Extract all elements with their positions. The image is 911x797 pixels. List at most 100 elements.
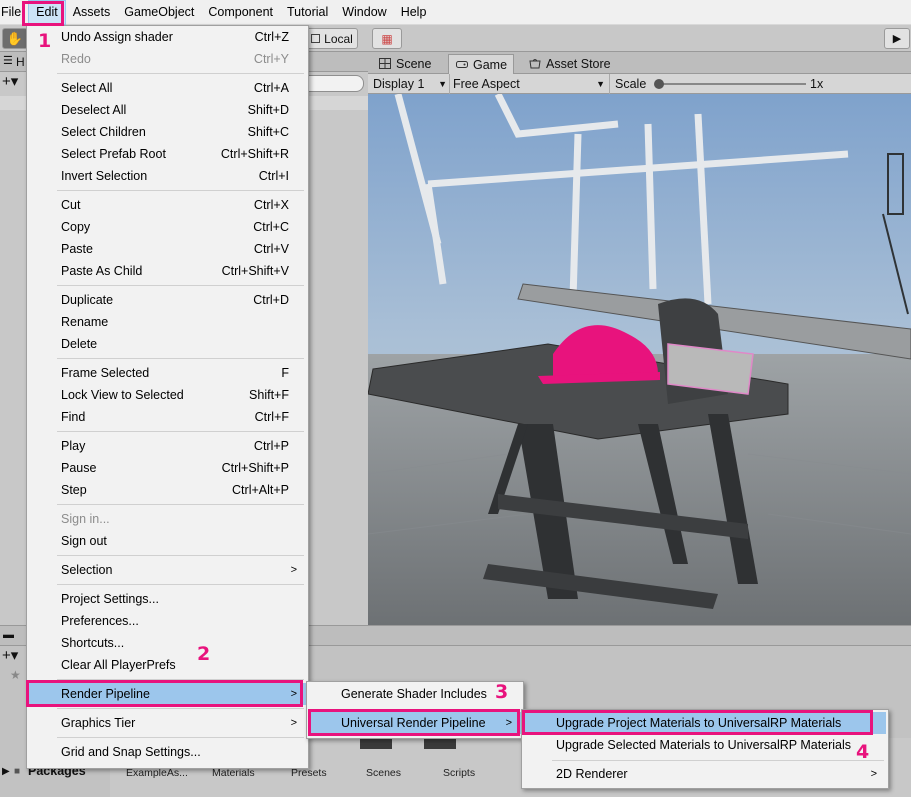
menu-item-lock-view[interactable]: Lock View to Selected Shift+F bbox=[29, 384, 306, 406]
menu-separator bbox=[57, 708, 304, 709]
menu-item-paste-as-child[interactable]: Paste As Child Ctrl+Shift+V bbox=[29, 260, 306, 282]
folder-icon: ■ bbox=[14, 766, 21, 777]
menu-bar: File Edit Assets GameObject Component Tu… bbox=[0, 0, 911, 25]
asset-label[interactable]: Scripts bbox=[443, 767, 475, 779]
tab-scene[interactable]: Scene bbox=[372, 54, 437, 74]
chevron-right-icon: > bbox=[290, 688, 297, 700]
menu-gameobject[interactable]: GameObject bbox=[117, 0, 201, 25]
menu-item-2d-renderer[interactable]: 2D Renderer > bbox=[524, 763, 886, 785]
menu-item-select-prefab-root[interactable]: Select Prefab Root Ctrl+Shift+R bbox=[29, 143, 306, 165]
menu-item-redo: Redo Ctrl+Y bbox=[61, 52, 289, 66]
list-icon: ☰ bbox=[3, 55, 13, 67]
menu-item-sign-out[interactable]: Sign out bbox=[29, 530, 306, 552]
dropdown-arrow-icon: ▼ bbox=[596, 79, 605, 89]
menu-item-render-pipeline[interactable]: Render Pipeline > bbox=[29, 683, 306, 705]
menu-item-sign-in: Sign in... bbox=[61, 512, 110, 526]
hand-icon: ✋ bbox=[6, 30, 24, 46]
menu-item-delete[interactable]: Delete bbox=[29, 333, 306, 355]
menu-separator bbox=[57, 679, 304, 680]
pivot-space-label: Local bbox=[324, 31, 353, 46]
menu-separator bbox=[552, 760, 884, 761]
menu-window[interactable]: Window bbox=[335, 0, 393, 25]
folder-icon bbox=[424, 739, 456, 749]
menu-item-invert-selection[interactable]: Invert Selection Ctrl+I bbox=[29, 165, 306, 187]
tab-asset-store[interactable]: Asset Store bbox=[522, 54, 617, 74]
grid-icon: ▦ bbox=[381, 31, 393, 46]
menu-separator bbox=[57, 504, 304, 505]
chevron-right-icon: > bbox=[505, 717, 512, 729]
menu-item-upgrade-selected-materials[interactable]: Upgrade Selected Materials to UniversalR… bbox=[524, 734, 886, 756]
menu-item-duplicate[interactable]: Duplicate Ctrl+D bbox=[29, 289, 306, 311]
menu-item-graphics-tier[interactable]: Graphics Tier > bbox=[29, 712, 306, 734]
store-icon bbox=[529, 59, 541, 69]
tab-asset-store-label: Asset Store bbox=[546, 57, 611, 71]
menu-item-upgrade-project-materials[interactable]: Upgrade Project Materials to UniversalRP… bbox=[524, 712, 886, 734]
pivot-space-button[interactable]: Local bbox=[306, 28, 358, 49]
urp-submenu: Upgrade Project Materials to UniversalRP… bbox=[521, 709, 889, 789]
gamepad-icon bbox=[456, 61, 468, 68]
play-icon: ▶ bbox=[892, 33, 902, 45]
menu-item-shortcuts[interactable]: Shortcuts... bbox=[29, 632, 306, 654]
menu-separator bbox=[57, 190, 304, 191]
menu-item-select-all[interactable]: Select All Ctrl+A bbox=[29, 77, 306, 99]
menu-item-pause[interactable]: Pause Ctrl+Shift+P bbox=[29, 457, 306, 479]
folder-icon bbox=[360, 739, 392, 749]
menu-item-preferences[interactable]: Preferences... bbox=[29, 610, 306, 632]
step-number-4: 4 bbox=[856, 741, 870, 763]
tab-game[interactable]: Game bbox=[448, 54, 515, 74]
aspect-dropdown[interactable]: Free Aspect ▼ bbox=[453, 76, 607, 92]
add-icon[interactable]: +▾ bbox=[2, 646, 18, 664]
menu-item-grid-snap[interactable]: Grid and Snap Settings... bbox=[29, 741, 306, 763]
display-dropdown[interactable]: Display 1 ▼ bbox=[373, 76, 449, 92]
menu-item-frame-selected[interactable]: Frame Selected F bbox=[29, 362, 306, 384]
menu-item-generate-shader-includes[interactable]: Generate Shader Includes bbox=[309, 683, 521, 705]
menu-item-project-settings[interactable]: Project Settings... bbox=[29, 588, 306, 610]
hierarchy-tab[interactable]: H bbox=[16, 55, 25, 69]
menu-item-select-children[interactable]: Select Children Shift+C bbox=[29, 121, 306, 143]
folder-icon: ▬ bbox=[3, 629, 14, 641]
menu-item-selection[interactable]: Selection > bbox=[29, 559, 306, 581]
asset-label[interactable]: Scenes bbox=[366, 767, 401, 779]
menu-item-paste[interactable]: Paste Ctrl+V bbox=[29, 238, 306, 260]
menu-item-play[interactable]: Play Ctrl+P bbox=[29, 435, 306, 457]
menu-assets[interactable]: Assets bbox=[66, 0, 118, 25]
menu-file[interactable]: File bbox=[0, 0, 28, 25]
game-view[interactable] bbox=[368, 94, 911, 625]
tab-scene-label: Scene bbox=[396, 57, 432, 71]
menu-item-deselect-all[interactable]: Deselect All Shift+D bbox=[29, 99, 306, 121]
folder-expand-icon[interactable]: ▶ bbox=[2, 766, 10, 777]
menu-component[interactable]: Component bbox=[201, 0, 280, 25]
game-render-image bbox=[368, 94, 911, 625]
divider bbox=[609, 74, 610, 94]
chevron-right-icon: > bbox=[290, 717, 297, 729]
scale-slider[interactable] bbox=[654, 79, 806, 89]
divider bbox=[449, 74, 450, 94]
aspect-label: Free Aspect bbox=[453, 77, 520, 91]
step-number-1: 1 bbox=[38, 30, 52, 52]
menu-item-rename[interactable]: Rename bbox=[29, 311, 306, 333]
menu-item-cut[interactable]: Cut Ctrl+X bbox=[29, 194, 306, 216]
menu-item-universal-render-pipeline[interactable]: Universal Render Pipeline > bbox=[309, 712, 521, 734]
menu-item-clear-playerprefs[interactable]: Clear All PlayerPrefs bbox=[29, 654, 306, 676]
dropdown-arrow-icon: ▼ bbox=[438, 79, 447, 89]
game-view-controls: Display 1 ▼ Free Aspect ▼ Scale 1x bbox=[368, 74, 911, 94]
hand-tool-button[interactable]: ✋ bbox=[2, 28, 28, 49]
add-icon[interactable]: +▾ bbox=[2, 72, 18, 90]
menu-item-find[interactable]: Find Ctrl+F bbox=[29, 406, 306, 428]
menu-separator bbox=[57, 358, 304, 359]
menu-item-step[interactable]: Step Ctrl+Alt+P bbox=[29, 479, 306, 501]
scale-slider-handle[interactable] bbox=[654, 79, 664, 89]
star-icon[interactable]: ★ bbox=[10, 668, 21, 682]
step-number-3: 3 bbox=[495, 681, 509, 703]
grid-snap-button[interactable]: ▦ bbox=[372, 28, 402, 49]
render-pipeline-submenu: Generate Shader Includes Universal Rende… bbox=[306, 681, 524, 739]
menu-item-undo[interactable]: Undo Assign shader Ctrl+Z bbox=[29, 26, 306, 48]
view-tabbar: Scene Game Asset Store bbox=[368, 52, 911, 74]
menu-help[interactable]: Help bbox=[394, 0, 434, 25]
menu-tutorial[interactable]: Tutorial bbox=[280, 0, 335, 25]
tab-game-label: Game bbox=[473, 58, 508, 72]
play-button[interactable]: ▶ bbox=[884, 28, 910, 49]
step-number-2: 2 bbox=[197, 643, 211, 665]
menu-edit[interactable]: Edit bbox=[28, 0, 66, 25]
menu-item-copy[interactable]: Copy Ctrl+C bbox=[29, 216, 306, 238]
